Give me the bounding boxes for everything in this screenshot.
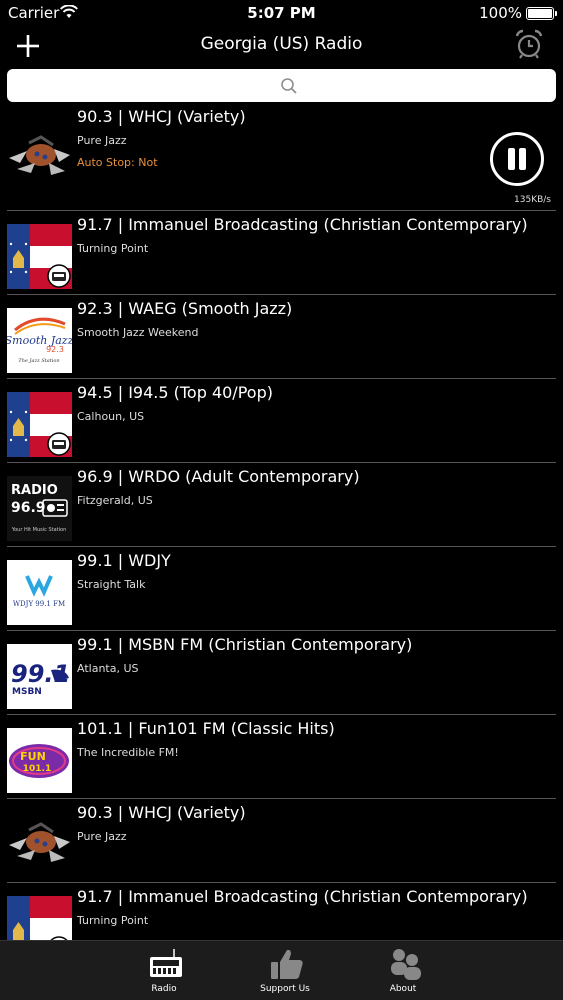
station-title: 96.9 | WRDO (Adult Contemporary) xyxy=(77,467,360,486)
station-subtitle: Turning Point xyxy=(77,914,149,927)
radio-969-logo: RADIO 96.9 Your Hit Music Station xyxy=(7,476,72,541)
smooth-jazz-logo-tag: The Jazz Station xyxy=(18,358,59,364)
pause-button[interactable] xyxy=(490,132,544,186)
tab-label: Support Us xyxy=(260,984,310,994)
tab-bar: Radio Support Us About xyxy=(0,940,563,1000)
station-row[interactable]: WDJY 99.1 FM 99.1 | WDJY Straight Talk xyxy=(0,547,563,631)
radio-969-logo-tag: Your Hit Music Station xyxy=(11,527,67,533)
georgia-flag-logo xyxy=(7,896,72,940)
station-subtitle: Calhoun, US xyxy=(77,410,145,423)
georgia-flag-logo xyxy=(7,224,72,289)
radio-969-logo-text: RADIO xyxy=(11,483,58,498)
station-title: 94.5 | I94.5 (Top 40/Pop) xyxy=(77,383,273,402)
station-title: 99.1 | MSBN FM (Christian Contemporary) xyxy=(77,635,413,654)
tab-radio[interactable]: Radio xyxy=(104,941,224,1000)
fun101-logo-text: FUN xyxy=(20,750,46,763)
tab-about[interactable]: About xyxy=(343,941,463,1000)
smooth-jazz-logo-freq: 92.3 xyxy=(46,345,64,354)
station-row[interactable]: 90.3 | WHCJ (Variety) Pure Jazz xyxy=(0,799,563,883)
station-subtitle: Turning Point xyxy=(77,242,149,255)
radio-969-logo-freq: 96.9 xyxy=(11,500,46,516)
bitrate-label: 135KB/s xyxy=(514,195,551,205)
wdjy-logo: WDJY 99.1 FM xyxy=(7,560,72,625)
station-row[interactable]: 91.7 | Immanuel Broadcasting (Christian … xyxy=(0,211,563,295)
search-icon xyxy=(281,78,297,94)
smooth-jazz-logo: Smooth Jazz 92.3 The Jazz Station xyxy=(7,308,72,373)
station-row[interactable]: 94.5 | I94.5 (Top 40/Pop) Calhoun, US xyxy=(0,379,563,463)
msbn-logo-sub: MSBN xyxy=(12,687,42,697)
tab-label: Radio xyxy=(151,984,177,994)
station-subtitle: Straight Talk xyxy=(77,578,146,591)
station-title: 99.1 | WDJY xyxy=(77,551,171,570)
station-title: 91.7 | Immanuel Broadcasting (Christian … xyxy=(77,887,528,906)
thumbs-up-icon xyxy=(271,949,303,979)
station-subtitle: Fitzgerald, US xyxy=(77,494,153,507)
station-row[interactable]: FUN 101.1 101.1 | Fun101 FM (Classic Hit… xyxy=(0,715,563,799)
tab-support-us[interactable]: Support Us xyxy=(225,941,345,1000)
status-bar: Carrier 5:07 PM 100% xyxy=(0,0,563,28)
fun101-logo: FUN 101.1 xyxy=(7,728,72,793)
station-subtitle: Smooth Jazz Weekend xyxy=(77,326,199,339)
station-subtitle: The Incredible FM! xyxy=(77,746,179,759)
station-title: 92.3 | WAEG (Smooth Jazz) xyxy=(77,299,293,318)
alarm-clock-icon[interactable] xyxy=(513,28,545,60)
station-subtitle: Atlanta, US xyxy=(77,662,139,675)
battery-percent: 100% xyxy=(479,4,522,22)
station-subtitle: Pure Jazz xyxy=(77,830,127,843)
georgia-flag-logo xyxy=(7,392,72,457)
station-row[interactable]: 99.1 MSBN 99.1 | MSBN FM (Christian Cont… xyxy=(0,631,563,715)
battery-icon xyxy=(526,7,557,20)
station-list: 90.3 | WHCJ (Variety) Pure Jazz Auto Sto… xyxy=(0,103,563,940)
nav-bar: Georgia (US) Radio xyxy=(0,28,563,64)
radio-icon xyxy=(150,949,182,977)
station-title: 90.3 | WHCJ (Variety) xyxy=(77,107,246,126)
station-subtitle: Pure Jazz xyxy=(77,134,127,147)
page-title: Georgia (US) Radio xyxy=(200,34,363,54)
people-icon xyxy=(391,949,421,980)
station-title: 91.7 | Immanuel Broadcasting (Christian … xyxy=(77,215,528,234)
station-row[interactable]: Smooth Jazz 92.3 The Jazz Station 92.3 |… xyxy=(0,295,563,379)
station-row[interactable]: RADIO 96.9 Your Hit Music Station 96.9 |… xyxy=(0,463,563,547)
station-title: 90.3 | WHCJ (Variety) xyxy=(77,803,246,822)
whcj-logo xyxy=(7,125,72,190)
station-row[interactable]: 90.3 | WHCJ (Variety) Pure Jazz Auto Sto… xyxy=(0,103,563,211)
search-bar xyxy=(7,69,556,102)
station-row[interactable]: 91.7 | Immanuel Broadcasting (Christian … xyxy=(0,883,563,940)
wdjy-logo-text: WDJY 99.1 FM xyxy=(13,600,65,608)
station-title: 101.1 | Fun101 FM (Classic Hits) xyxy=(77,719,335,738)
auto-stop-status: Auto Stop: Not xyxy=(77,156,158,169)
tab-label: About xyxy=(389,984,417,994)
whcj-logo xyxy=(7,812,72,877)
fun101-logo-freq: 101.1 xyxy=(23,764,51,774)
msbn-logo: 99.1 MSBN xyxy=(7,644,72,709)
